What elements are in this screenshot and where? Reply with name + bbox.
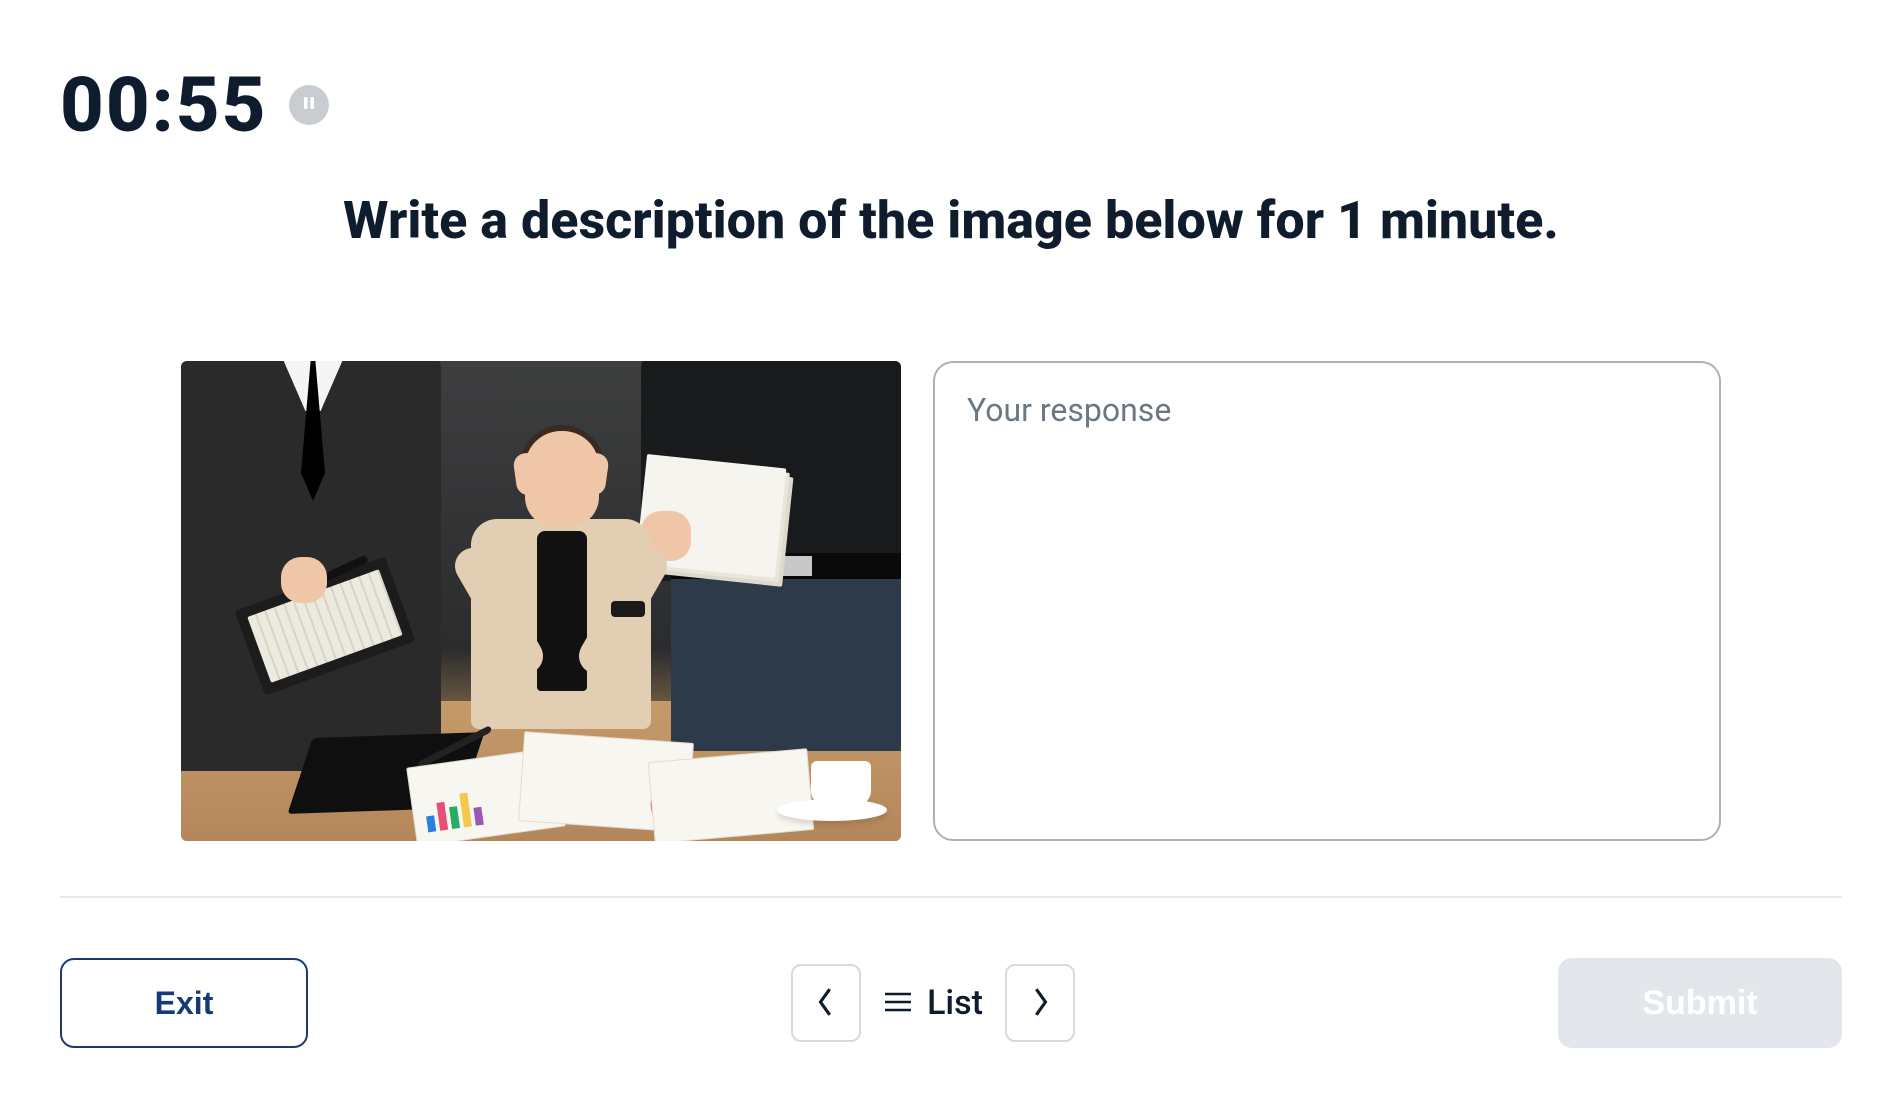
footer-divider [60,896,1842,898]
next-question-button[interactable] [1005,964,1075,1042]
pause-icon [301,95,317,115]
prompt-image [181,361,901,841]
exit-button[interactable]: Exit [60,958,308,1048]
question-navigation: List [791,964,1075,1042]
countdown-timer: 00:55 [60,60,267,150]
list-icon [883,983,913,1023]
question-list-button[interactable]: List [883,983,983,1023]
pause-button[interactable] [289,85,329,125]
response-textarea[interactable] [933,361,1721,841]
chevron-right-icon [1029,985,1051,1022]
submit-button[interactable]: Submit [1558,958,1842,1048]
chevron-left-icon [815,985,837,1022]
prompt-text: Write a description of the image below f… [151,190,1751,251]
list-label: List [927,983,983,1023]
prev-question-button[interactable] [791,964,861,1042]
